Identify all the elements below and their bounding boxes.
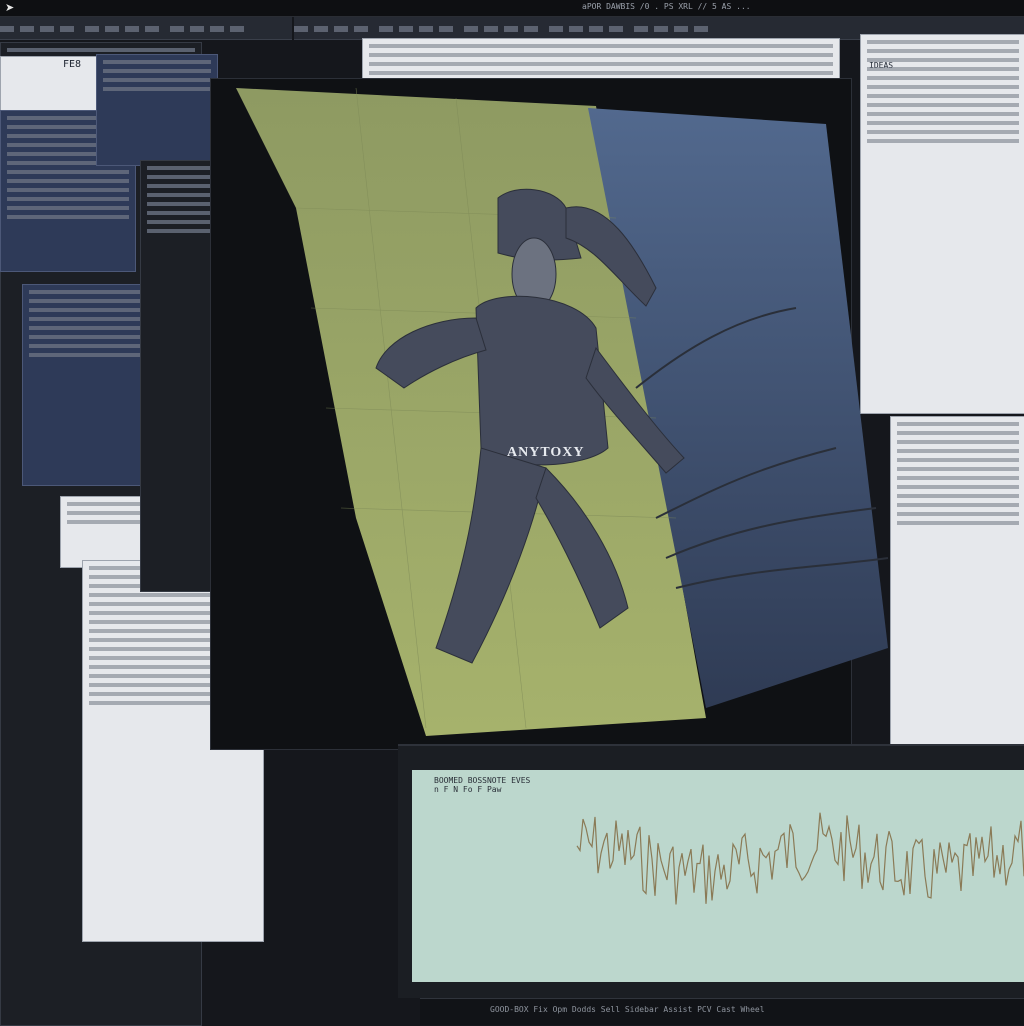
left-window-header: FE8 xyxy=(63,59,82,70)
left-toolbar[interactable] xyxy=(0,17,292,40)
top-bar: ➤ aPOR DAWBIS /0 . PS XRL // 5 AS ... xyxy=(0,0,1024,17)
left-info-window xyxy=(96,54,218,166)
right-lower-window[interactable] xyxy=(890,416,1024,748)
mouse-cursor-icon: ➤ xyxy=(5,1,15,14)
top-bar-status: aPOR DAWBIS /0 . PS XRL // 5 AS ... xyxy=(582,2,751,11)
artwork-canvas xyxy=(236,88,888,736)
artwork-caption: ANYTOXY xyxy=(507,445,585,460)
chart-subtitle: n F N Fo F Paw xyxy=(434,785,502,794)
bottom-status-text: GOOD-BOX Fix Opm Dodds Sell Sidebar Assi… xyxy=(490,1005,765,1014)
chart-area xyxy=(412,770,1024,982)
left-header-window: FE8 xyxy=(0,56,100,112)
bottom-status-bar: GOOD-BOX Fix Opm Dodds Sell Sidebar Assi… xyxy=(420,998,1024,1025)
chart-title: BOOMED BOSSNOTE EVES xyxy=(434,776,531,785)
